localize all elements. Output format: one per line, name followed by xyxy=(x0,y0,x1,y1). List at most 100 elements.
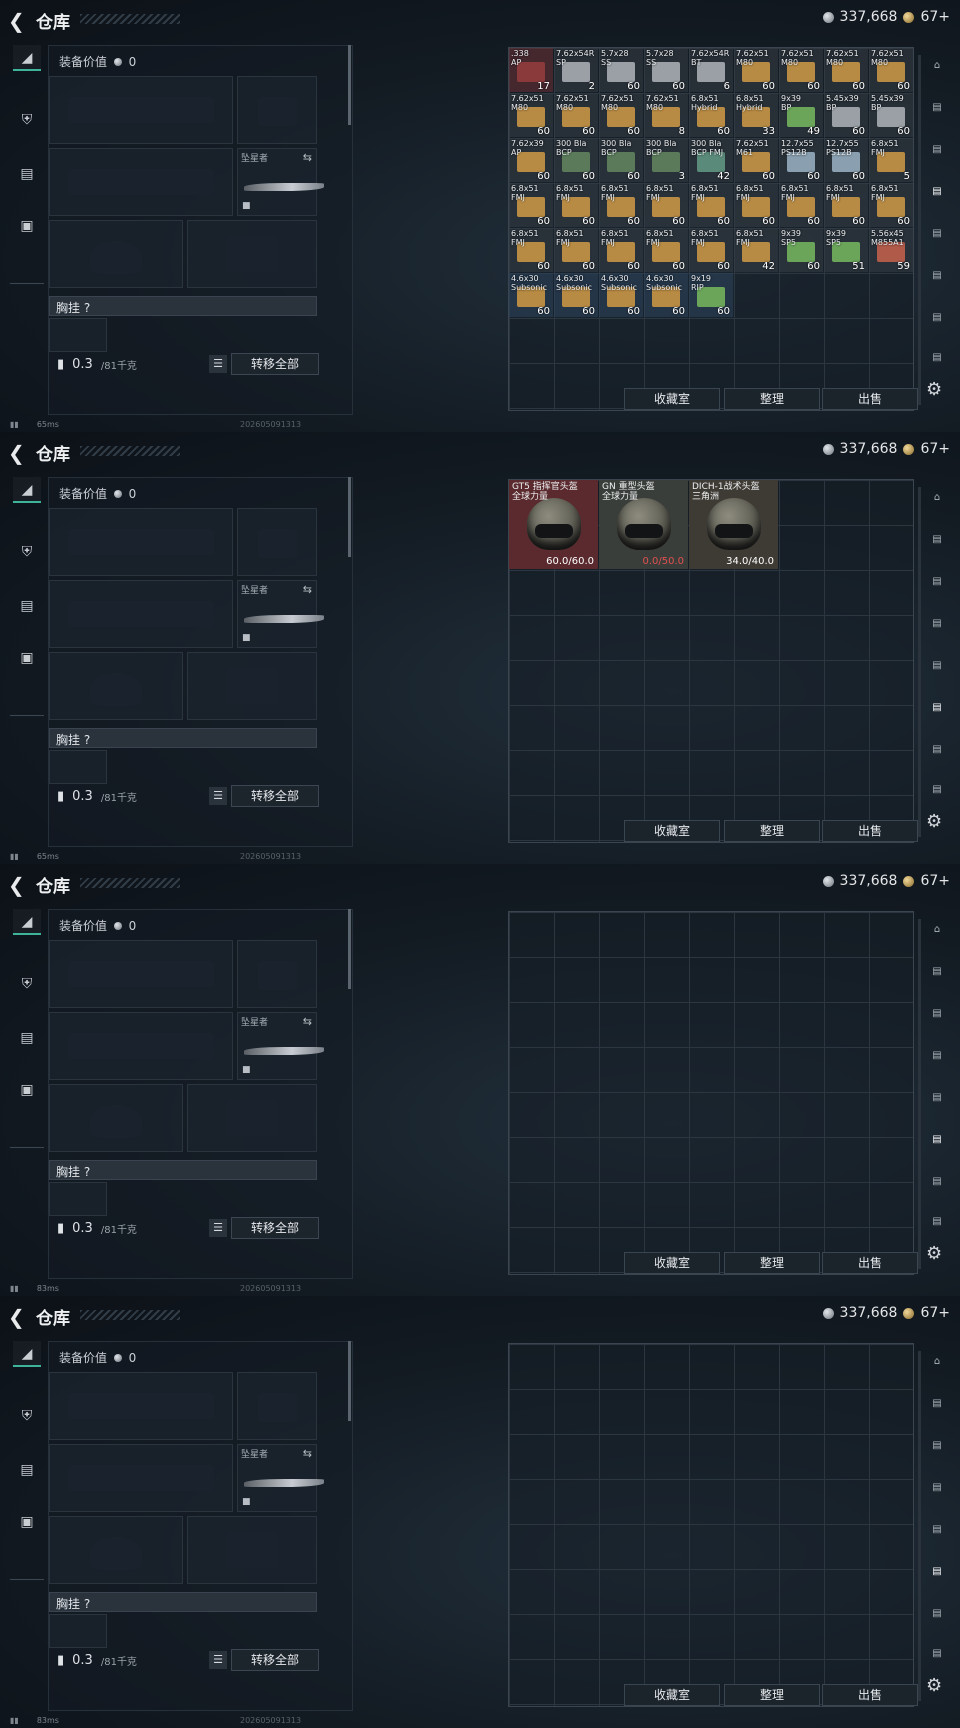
list-icon[interactable]: ☰ xyxy=(209,1219,227,1237)
gold-amount[interactable]: 67+ xyxy=(920,1305,950,1321)
stash-item[interactable]: 6.8x51 FMJ 60 xyxy=(509,183,553,227)
equipment-scrollbar[interactable] xyxy=(348,477,351,557)
chest-rig-header[interactable]: 胸挂 ? xyxy=(49,1160,317,1180)
list-icon[interactable]: ☰ xyxy=(209,1651,227,1669)
swap-icon[interactable]: ⇆ xyxy=(303,583,312,596)
stash-item[interactable]: 7.62x51 M80 60 xyxy=(869,48,913,92)
armor-icon[interactable]: ⛨ xyxy=(13,1403,41,1429)
briefcase-icon[interactable]: ▣ xyxy=(13,645,41,671)
chest-rig-header[interactable]: 胸挂 ? xyxy=(49,296,317,316)
secondary-weapon-slot[interactable] xyxy=(49,580,233,648)
stash-item[interactable]: 5.45x39 BP 60 xyxy=(824,93,868,137)
stash-item[interactable]: 6.8x51 FMJ 60 xyxy=(509,228,553,272)
list-icon[interactable]: ☰ xyxy=(209,787,227,805)
pistol-icon[interactable]: ◢ xyxy=(13,1341,41,1367)
sell-button[interactable]: 出售 xyxy=(822,388,918,410)
list-icon[interactable]: ☰ xyxy=(209,355,227,373)
armor-icon[interactable]: ⛨ xyxy=(13,107,41,133)
sort-button[interactable]: 整理 xyxy=(724,1252,820,1274)
stash-item[interactable]: 7.62x51 M80 60 xyxy=(554,93,598,137)
transfer-all-button[interactable]: 转移全部 xyxy=(231,1649,319,1671)
stash-item[interactable]: 6.8x51 Hybrid 33 xyxy=(734,93,778,137)
stash-item[interactable]: 300 Bla BCP 3 xyxy=(644,138,688,182)
collection-room-button[interactable]: 收藏室 xyxy=(624,388,720,410)
briefcase-icon[interactable]: ▣ xyxy=(13,1509,41,1535)
stash-item[interactable]: 4.6x30 Subsonic 60 xyxy=(599,273,643,317)
helmet-slot[interactable] xyxy=(49,652,183,720)
stash-item[interactable]: 7.62x51 M80 60 xyxy=(824,48,868,92)
stash-tab-6-icon[interactable]: ▤ xyxy=(924,1169,950,1195)
stash-tab-3-icon[interactable]: ▤ xyxy=(924,611,950,637)
pistol-icon[interactable]: ◢ xyxy=(13,45,41,71)
stash-item[interactable]: 6.8x51 FMJ 42 xyxy=(734,228,778,272)
stash-tab-4-icon[interactable]: ▤ xyxy=(924,653,950,679)
stash-item[interactable]: 7.62x51 M61 60 xyxy=(734,138,778,182)
tab-scrollbar[interactable] xyxy=(918,919,921,1269)
pistol-icon[interactable]: ◢ xyxy=(13,477,41,503)
helmet-slot[interactable] xyxy=(49,1084,183,1152)
briefcase-icon[interactable]: ▣ xyxy=(13,213,41,239)
pistol-icon[interactable]: ◢ xyxy=(13,909,41,935)
stash-item[interactable]: 6.8x51 FMJ 60 xyxy=(599,228,643,272)
stash-item[interactable]: .338 AP 17 xyxy=(509,48,553,92)
pistol-slot[interactable] xyxy=(237,76,317,144)
stash-item[interactable]: 300 Bla BCP 60 xyxy=(599,138,643,182)
stash-tab-1-icon[interactable]: ▤ xyxy=(924,1391,950,1417)
stash-item[interactable]: 7.62x51 M80 8 xyxy=(644,93,688,137)
stash-item[interactable]: 6.8x51 FMJ 5 xyxy=(869,138,913,182)
stash-item[interactable]: 9x39 SP5 51 xyxy=(824,228,868,272)
stash-tab-4-icon[interactable]: ▤ xyxy=(924,221,950,247)
stash-item[interactable]: 5.7x28 SS 60 xyxy=(599,48,643,92)
stash-item[interactable]: 6.8x51 FMJ 60 xyxy=(599,183,643,227)
stash-tab-2-icon[interactable]: ▤ xyxy=(924,137,950,163)
stash-item[interactable]: 6.8x51 FMJ 60 xyxy=(554,183,598,227)
melee-slot[interactable]: 坠星者 ⇆ ■ xyxy=(237,1444,324,1512)
equipment-scrollbar[interactable] xyxy=(348,909,351,989)
stash-tab-2-icon[interactable]: ▤ xyxy=(924,1001,950,1027)
primary-weapon-slot[interactable] xyxy=(49,940,233,1008)
stash-tab-3-icon[interactable]: ▤ xyxy=(924,1475,950,1501)
transfer-all-button[interactable]: 转移全部 xyxy=(231,353,319,375)
stash-item[interactable]: 9x39 BP 49 xyxy=(779,93,823,137)
helmet-slot[interactable] xyxy=(49,1516,183,1584)
stash-item[interactable]: 6.8x51 Hybrid 60 xyxy=(689,93,733,137)
back-arrow-icon[interactable]: ❮ xyxy=(8,441,25,465)
stash-item[interactable]: 7.62x39 AP 60 xyxy=(509,138,553,182)
pistol-slot[interactable] xyxy=(237,508,317,576)
chest-rig-header[interactable]: 胸挂 ? xyxy=(49,728,317,748)
stash-item[interactable]: 6.8x51 FMJ 60 xyxy=(824,183,868,227)
secondary-weapon-slot[interactable] xyxy=(49,148,233,216)
stash-tab-6-icon[interactable]: ▤ xyxy=(924,1601,950,1627)
chest-rig-slot[interactable] xyxy=(49,318,107,352)
stash-item[interactable]: 6.8x51 FMJ 60 xyxy=(644,228,688,272)
collection-room-button[interactable]: 收藏室 xyxy=(624,1252,720,1274)
primary-weapon-slot[interactable] xyxy=(49,1372,233,1440)
melee-slot[interactable]: 坠星者 ⇆ ■ xyxy=(237,580,324,648)
stash-tab-7-icon[interactable]: ▤ xyxy=(924,345,950,371)
secondary-weapon-slot[interactable] xyxy=(49,1444,233,1512)
stash-item[interactable]: 9x39 SP5 60 xyxy=(779,228,823,272)
stash-tab-7-icon[interactable]: ▤ xyxy=(924,1641,950,1667)
stash-item[interactable]: 7.62x51 M80 60 xyxy=(734,48,778,92)
stash-tab-7-icon[interactable]: ▤ xyxy=(924,1209,950,1235)
gear-icon[interactable]: ⚙ xyxy=(926,379,942,400)
swap-icon[interactable]: ⇆ xyxy=(303,151,312,164)
armor-icon[interactable]: ⛨ xyxy=(13,971,41,997)
helmet-slot[interactable] xyxy=(49,220,183,288)
equipment-scrollbar[interactable] xyxy=(348,45,351,125)
home-icon[interactable]: ⌂ xyxy=(924,53,950,79)
stash-tab-6-icon[interactable]: ▤ xyxy=(924,305,950,331)
pistol-slot[interactable] xyxy=(237,940,317,1008)
clipboard-icon[interactable]: ▤ xyxy=(13,1457,41,1483)
stash-tab-1-icon[interactable]: ▤ xyxy=(924,95,950,121)
gear-icon[interactable]: ⚙ xyxy=(926,811,942,832)
stash-item[interactable]: 5.45x39 BP 60 xyxy=(869,93,913,137)
primary-weapon-slot[interactable] xyxy=(49,76,233,144)
pistol-slot[interactable] xyxy=(237,1372,317,1440)
sell-button[interactable]: 出售 xyxy=(822,1684,918,1706)
stash-tab-5-icon[interactable]: ▤ xyxy=(924,1559,950,1585)
stash-item[interactable]: 300 Bla BCP FMJ 42 xyxy=(689,138,733,182)
stash-tab-6-icon[interactable]: ▤ xyxy=(924,737,950,763)
home-icon[interactable]: ⌂ xyxy=(924,917,950,943)
stash-item[interactable]: 9x19 RIP 60 xyxy=(689,273,733,317)
